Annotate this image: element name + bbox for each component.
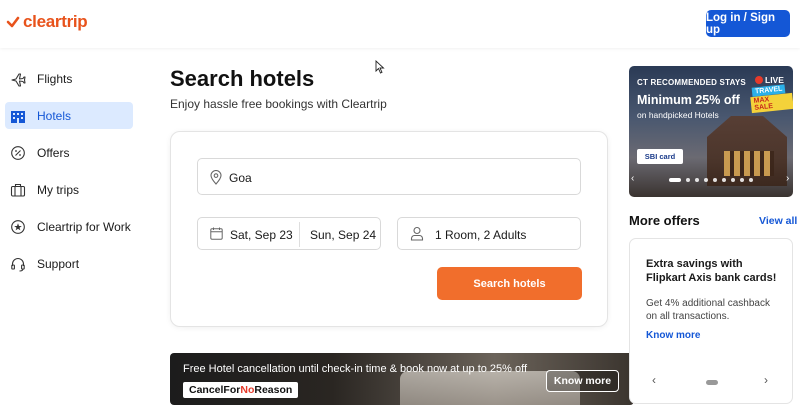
cleartrip-logo[interactable]: cleartrip xyxy=(6,12,88,32)
promo-live-label: LIVE xyxy=(765,75,784,85)
rooms-guests-selector[interactable]: 1 Room, 2 Adults xyxy=(397,217,581,250)
sidebar-item-hotels[interactable]: Hotels xyxy=(5,102,133,129)
sidebar-item-offers[interactable]: Offers xyxy=(5,139,133,166)
cancel-for-no-reason-tag: CancelFor No Reason xyxy=(183,382,299,398)
person-icon xyxy=(410,226,424,241)
carousel-dot[interactable] xyxy=(669,178,681,182)
offer-know-more-link[interactable]: Know more xyxy=(646,330,700,341)
carousel-dot[interactable] xyxy=(749,178,753,182)
carousel-dot[interactable] xyxy=(695,178,699,182)
offer-next-arrow[interactable]: › xyxy=(764,373,768,387)
tag-suffix: Reason xyxy=(254,384,293,396)
location-pin-icon xyxy=(210,170,222,185)
mouse-cursor-icon xyxy=(375,60,385,74)
checkin-date[interactable]: Sat, Sep 23 xyxy=(230,228,293,242)
offer-tag-icon xyxy=(11,146,25,160)
carousel-dot[interactable] xyxy=(731,178,735,182)
top-navigation-bar: cleartrip Log in / Sign up xyxy=(0,0,800,48)
login-signup-button[interactable]: Log in / Sign up xyxy=(706,10,790,37)
date-range-picker[interactable]: Sat, Sep 23 Sun, Sep 24 xyxy=(197,217,381,250)
offer-description: Get 4% additional cashback on all transa… xyxy=(646,298,770,322)
sidebar-item-support[interactable]: Support xyxy=(5,250,133,277)
tag-no: No xyxy=(240,384,255,396)
carousel-dot[interactable] xyxy=(722,178,726,182)
sidebar-item-label: Hotels xyxy=(37,108,72,123)
search-hotels-button[interactable]: Search hotels xyxy=(437,267,582,300)
location-value: Goa xyxy=(229,171,252,185)
plane-icon xyxy=(11,73,26,87)
rooms-guests-value: 1 Room, 2 Adults xyxy=(435,228,527,242)
tag-prefix: CancelFor xyxy=(189,384,241,396)
more-offers-heading: More offers xyxy=(629,213,700,228)
carousel-next-arrow[interactable]: › xyxy=(786,173,789,184)
calendar-icon xyxy=(210,227,223,240)
offer-headline: Extra savings with Flipkart Axis bank ca… xyxy=(646,258,777,284)
promo-eyebrow: CT RECOMMENDED STAYS xyxy=(637,78,746,87)
recommended-stays-carousel[interactable]: CT RECOMMENDED STAYS Minimum 25% off on … xyxy=(629,66,793,197)
sidebar-item-label: Flights xyxy=(37,71,73,86)
carousel-dot[interactable] xyxy=(713,178,717,182)
sidebar-item-flights[interactable]: Flights xyxy=(5,65,133,92)
sidebar-item-label: Offers xyxy=(37,145,70,160)
carousel-prev-arrow[interactable]: ‹ xyxy=(631,173,634,184)
date-divider xyxy=(299,222,300,247)
hotel-search-form: Goa Sat, Sep 23 Sun, Sep 24 1 Room, 2 Ad… xyxy=(170,131,608,327)
promo-subtext: on handpicked Hotels xyxy=(637,110,719,120)
promo-headline: Minimum 25% off xyxy=(637,93,740,107)
promo-hotel-windows xyxy=(724,151,774,176)
view-all-offers-link[interactable]: View all xyxy=(759,215,797,227)
sidebar-item-label: Support xyxy=(37,256,80,271)
star-badge-icon xyxy=(11,220,25,234)
free-cancellation-banner[interactable]: Free Hotel cancellation until check-in t… xyxy=(170,353,634,405)
page-title: Search hotels xyxy=(170,66,315,91)
carousel-dot[interactable] xyxy=(740,178,744,182)
offer-pagination-indicator xyxy=(706,380,718,385)
suitcase-icon xyxy=(10,183,26,197)
headset-icon xyxy=(11,258,25,272)
cleartrip-logo-icon xyxy=(6,16,20,28)
building-icon xyxy=(11,111,25,123)
live-dot-icon xyxy=(755,76,763,84)
sidebar-item-cleartrip-for-work[interactable]: Cleartrip for Work xyxy=(5,213,133,240)
sidebar-item-label: My trips xyxy=(37,182,79,197)
sidebar-item-my-trips[interactable]: My trips xyxy=(5,176,133,203)
promo-sale-badge: MAX SALE xyxy=(750,92,793,114)
carousel-dot[interactable] xyxy=(686,178,690,182)
sidebar-item-label: Cleartrip for Work xyxy=(37,219,131,234)
carousel-pagination xyxy=(669,178,753,182)
banner-text: Free Hotel cancellation until check-in t… xyxy=(183,363,528,375)
carousel-dot[interactable] xyxy=(704,178,708,182)
logo-text: cleartrip xyxy=(23,12,88,31)
checkout-date[interactable]: Sun, Sep 24 xyxy=(310,228,376,242)
location-input[interactable]: Goa xyxy=(197,158,581,195)
offer-prev-arrow[interactable]: ‹ xyxy=(652,373,656,387)
banner-know-more-button[interactable]: Know more xyxy=(546,370,619,392)
offer-card[interactable]: Extra savings with Flipkart Axis bank ca… xyxy=(629,238,793,404)
sbi-card-logo: SBI card xyxy=(637,149,683,164)
page-subtitle: Enjoy hassle free bookings with Cleartri… xyxy=(170,97,387,111)
